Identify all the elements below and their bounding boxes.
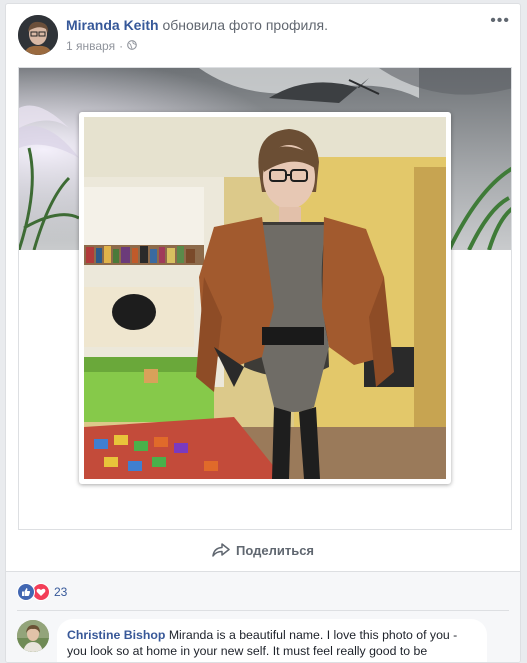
post-meta: 1 января · <box>66 39 137 53</box>
profile-photo-update[interactable] <box>18 67 512 530</box>
comment-bubble: Christine Bishop Miranda is a beautiful … <box>57 619 487 662</box>
author-name-link[interactable]: Miranda Keith <box>66 17 159 33</box>
like-icon <box>17 583 35 601</box>
share-button[interactable]: Поделиться <box>6 530 520 570</box>
feed-post-card: Miranda Keith обновила фото профиля. 1 я… <box>5 3 521 663</box>
profile-photo-frame[interactable] <box>79 112 451 484</box>
post-footer: 23 Christine Bishop Miranda is a beautif… <box>6 571 520 662</box>
footer-divider <box>17 610 509 611</box>
globe-icon[interactable] <box>127 39 137 53</box>
reaction-count[interactable]: 23 <box>54 585 67 599</box>
more-horizontal-icon[interactable]: ••• <box>490 12 510 30</box>
post-date[interactable]: 1 января <box>66 39 115 53</box>
post-header: Miranda Keith обновила фото профиля. <box>66 17 328 33</box>
share-arrow-icon <box>212 543 230 557</box>
share-label: Поделиться <box>235 542 315 558</box>
profile-photo[interactable] <box>84 117 446 479</box>
reactions-summary[interactable]: 23 <box>17 583 67 601</box>
author-avatar[interactable] <box>18 15 58 55</box>
post-action-text: обновила фото профиля. <box>162 17 328 33</box>
commenter-avatar[interactable] <box>17 620 49 652</box>
meta-separator: · <box>119 39 124 53</box>
commenter-name-link[interactable]: Christine Bishop <box>67 628 165 642</box>
